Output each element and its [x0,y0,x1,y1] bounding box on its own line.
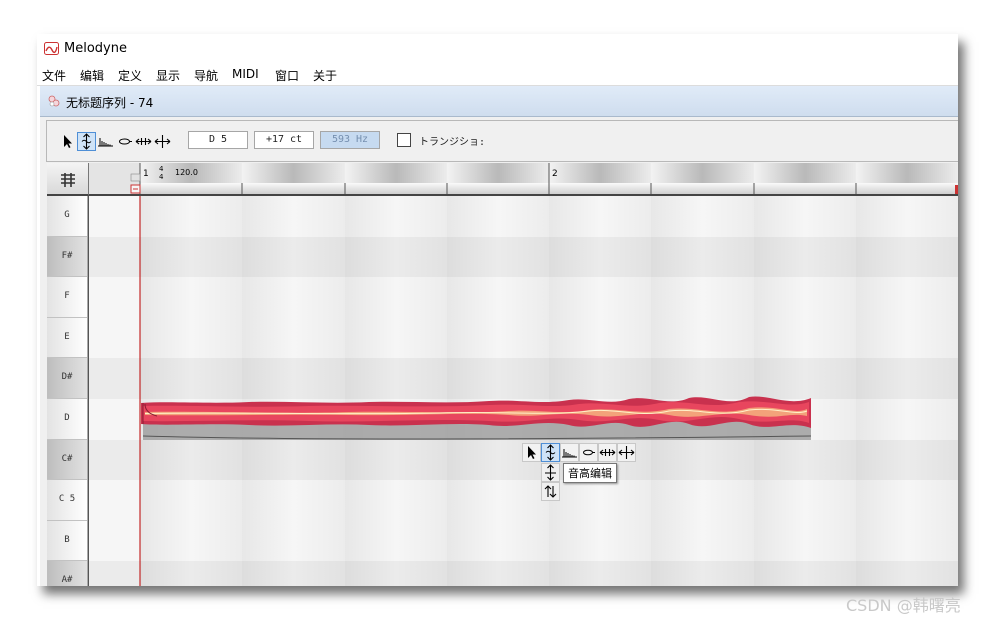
pitch-modulation-icon [544,485,557,498]
document-icon [48,95,60,107]
key-label: D [64,413,70,423]
key-a-sharp[interactable]: A# [47,561,87,586]
timing-icon [135,138,152,145]
formant-icon [562,449,577,458]
transition-label: トランジショ: [419,137,486,148]
key-d[interactable]: D [47,399,87,440]
amplitude-icon [119,138,132,145]
ruler-bar-1: 1 [143,169,149,179]
key-label: F# [61,250,73,261]
menu-midi[interactable]: MIDI [232,67,259,81]
menu-bar: 文件 编辑 定义 显示 导航 MIDI 窗口 关于 [37,64,958,84]
floating-toolbox: 音高编辑 [522,443,672,503]
cents-field[interactable]: +17 ct [254,131,314,149]
timing-icon [599,449,616,456]
pitch-drift-icon [545,464,556,481]
tuning-fork-icon [61,173,75,187]
key-g[interactable]: G [47,196,87,237]
app-title: Melodyne [64,41,127,56]
key-label: A# [61,575,73,586]
float-pitch-tool-button[interactable] [541,443,560,462]
time-ruler[interactable]: 1 4 4 120.0 2 [89,163,958,196]
float-timing-tool-button[interactable] [598,443,617,462]
title-bar: Melodyne [37,34,958,62]
arrow-pointer-icon [528,446,536,459]
document-title-bar: 无标题序列 - 74 [40,86,958,117]
key-label: C# [61,453,73,464]
key-label: G [64,210,70,220]
melodyne-window: Melodyne 文件 编辑 定义 显示 导航 MIDI 窗口 关于 无标题序列… [37,34,958,586]
document-window: 无标题序列 - 74 D 5 +17 ct 593 Hz トランジショ: 1 4… [40,86,958,586]
ruler-corner[interactable] [47,163,89,196]
float-main-tool-button[interactable] [522,443,541,462]
ruler-timesig-bottom: 4 [159,173,164,181]
transition-checkbox[interactable] [397,133,411,147]
separation-tool-button[interactable] [153,132,172,151]
pitch-editor[interactable]: 1 4 4 120.0 2 G F# F E D# D C# C 5 B A# [47,163,958,586]
key-f[interactable]: F [47,277,87,318]
note-grid[interactable]: 音高编辑 [89,196,958,586]
key-d-sharp[interactable]: D# [47,358,87,399]
formant-tool-button[interactable] [96,132,115,151]
key-label: D# [61,372,73,383]
pitch-keys[interactable]: G F# F E D# D C# C 5 B A# [47,196,89,586]
menu-edit[interactable]: 编辑 [80,67,104,84]
key-b[interactable]: B [47,520,87,562]
pitch-tool-button[interactable] [77,132,96,151]
menu-window[interactable]: 窗口 [275,67,299,84]
key-c-sharp[interactable]: C# [47,439,87,481]
key-label: C 5 [58,494,76,505]
menu-about[interactable]: 关于 [313,67,337,84]
amplitude-icon [583,449,595,456]
key-label: F [64,291,70,302]
ruler-timesig-top: 4 [159,165,164,173]
key-label: B [64,534,70,545]
toolbar: D 5 +17 ct 593 Hz トランジショ: [46,120,958,162]
melodyne-app-icon [44,42,59,55]
main-tool-button[interactable] [58,132,77,151]
menu-define[interactable]: 定义 [118,67,142,84]
timing-tool-button[interactable] [134,132,153,151]
formant-icon [98,138,113,147]
key-c5[interactable]: C 5 [47,480,87,521]
pitch-edit-icon [545,444,556,461]
amplitude-tool-button[interactable] [115,132,134,151]
float-formant-tool-button[interactable] [560,443,579,462]
hz-field[interactable]: 593 Hz [320,131,380,149]
separation-icon [154,135,171,148]
arrow-pointer-icon [64,135,72,148]
pitch-subtool-button-2[interactable] [541,482,560,501]
key-f-sharp[interactable]: F# [47,236,87,278]
key-e[interactable]: E [47,317,87,359]
pitch-edit-icon [81,133,92,150]
document-title: 无标题序列 - 74 [66,96,154,110]
menu-file[interactable]: 文件 [42,67,66,84]
float-separation-tool-button[interactable] [617,443,636,462]
pitch-subtool-button-1[interactable] [541,463,560,482]
menu-navigate[interactable]: 导航 [194,67,218,84]
note-blob-d[interactable] [89,196,958,586]
menu-view[interactable]: 显示 [156,67,180,84]
pitch-tool-tooltip: 音高编辑 [563,463,617,483]
key-label: E [64,331,70,342]
separation-icon [618,446,635,459]
ruler-graphic [89,163,958,194]
float-amplitude-tool-button[interactable] [579,443,598,462]
ruler-bar-2: 2 [552,169,558,179]
note-field[interactable]: D 5 [188,131,248,149]
watermark: CSDN @韩曙亮 [846,596,961,615]
ruler-tempo: 120.0 [175,168,198,177]
